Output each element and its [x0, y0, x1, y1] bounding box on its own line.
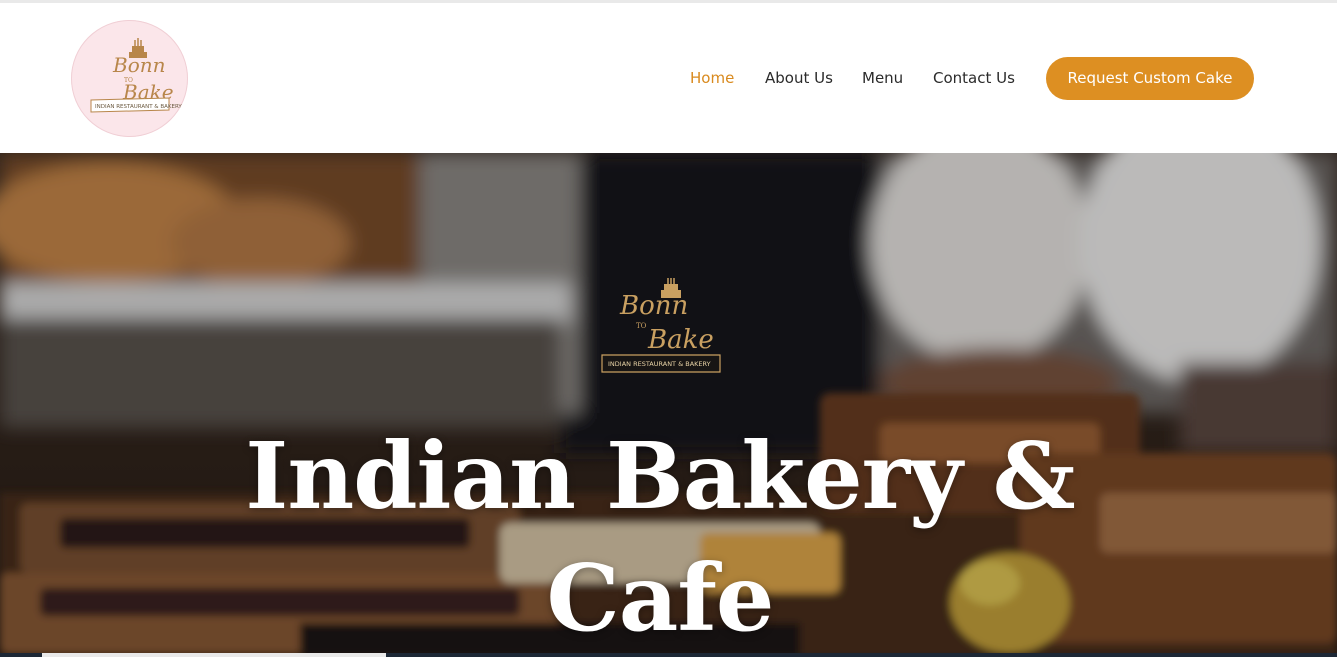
hero-logo-ribbon: INDIAN RESTAURANT & BAKERY: [608, 360, 711, 368]
request-custom-cake-button[interactable]: Request Custom Cake: [1046, 57, 1254, 100]
nav-home[interactable]: Home: [690, 65, 734, 91]
hero-logo-icon: Bonn TO Bake INDIAN RESTAURANT & BAKERY: [601, 278, 721, 373]
slider-progress-bar: [42, 653, 386, 657]
site-logo[interactable]: Bonn TO Bake INDIAN RESTAURANT & BAKERY: [71, 20, 188, 137]
nav-menu[interactable]: Menu: [862, 65, 903, 91]
nav-about-us[interactable]: About Us: [765, 65, 833, 91]
hero-title: Indian Bakery & Cafe: [200, 415, 1120, 657]
nav-contact-us[interactable]: Contact Us: [933, 65, 1015, 91]
bonn-to-bake-logo-icon: Bonn TO Bake INDIAN RESTAURANT & BAKERY: [90, 38, 182, 113]
logo-ribbon-text: INDIAN RESTAURANT & BAKERY: [95, 104, 182, 110]
hero-logo-word-to: TO: [636, 322, 647, 330]
hero-title-line-2: Cafe: [546, 544, 775, 652]
site-header: Bonn TO Bake INDIAN RESTAURANT & BAKERY …: [0, 3, 1337, 153]
hero-logo-word-bake: Bake: [647, 325, 714, 355]
hero-title-line-1: Indian Bakery &: [245, 422, 1075, 530]
hero-logo-word-bonn: Bonn: [619, 291, 688, 321]
logo-word-bonn: Bonn: [112, 53, 166, 77]
hero-banner: Bonn TO Bake INDIAN RESTAURANT & BAKERY …: [0, 153, 1337, 657]
